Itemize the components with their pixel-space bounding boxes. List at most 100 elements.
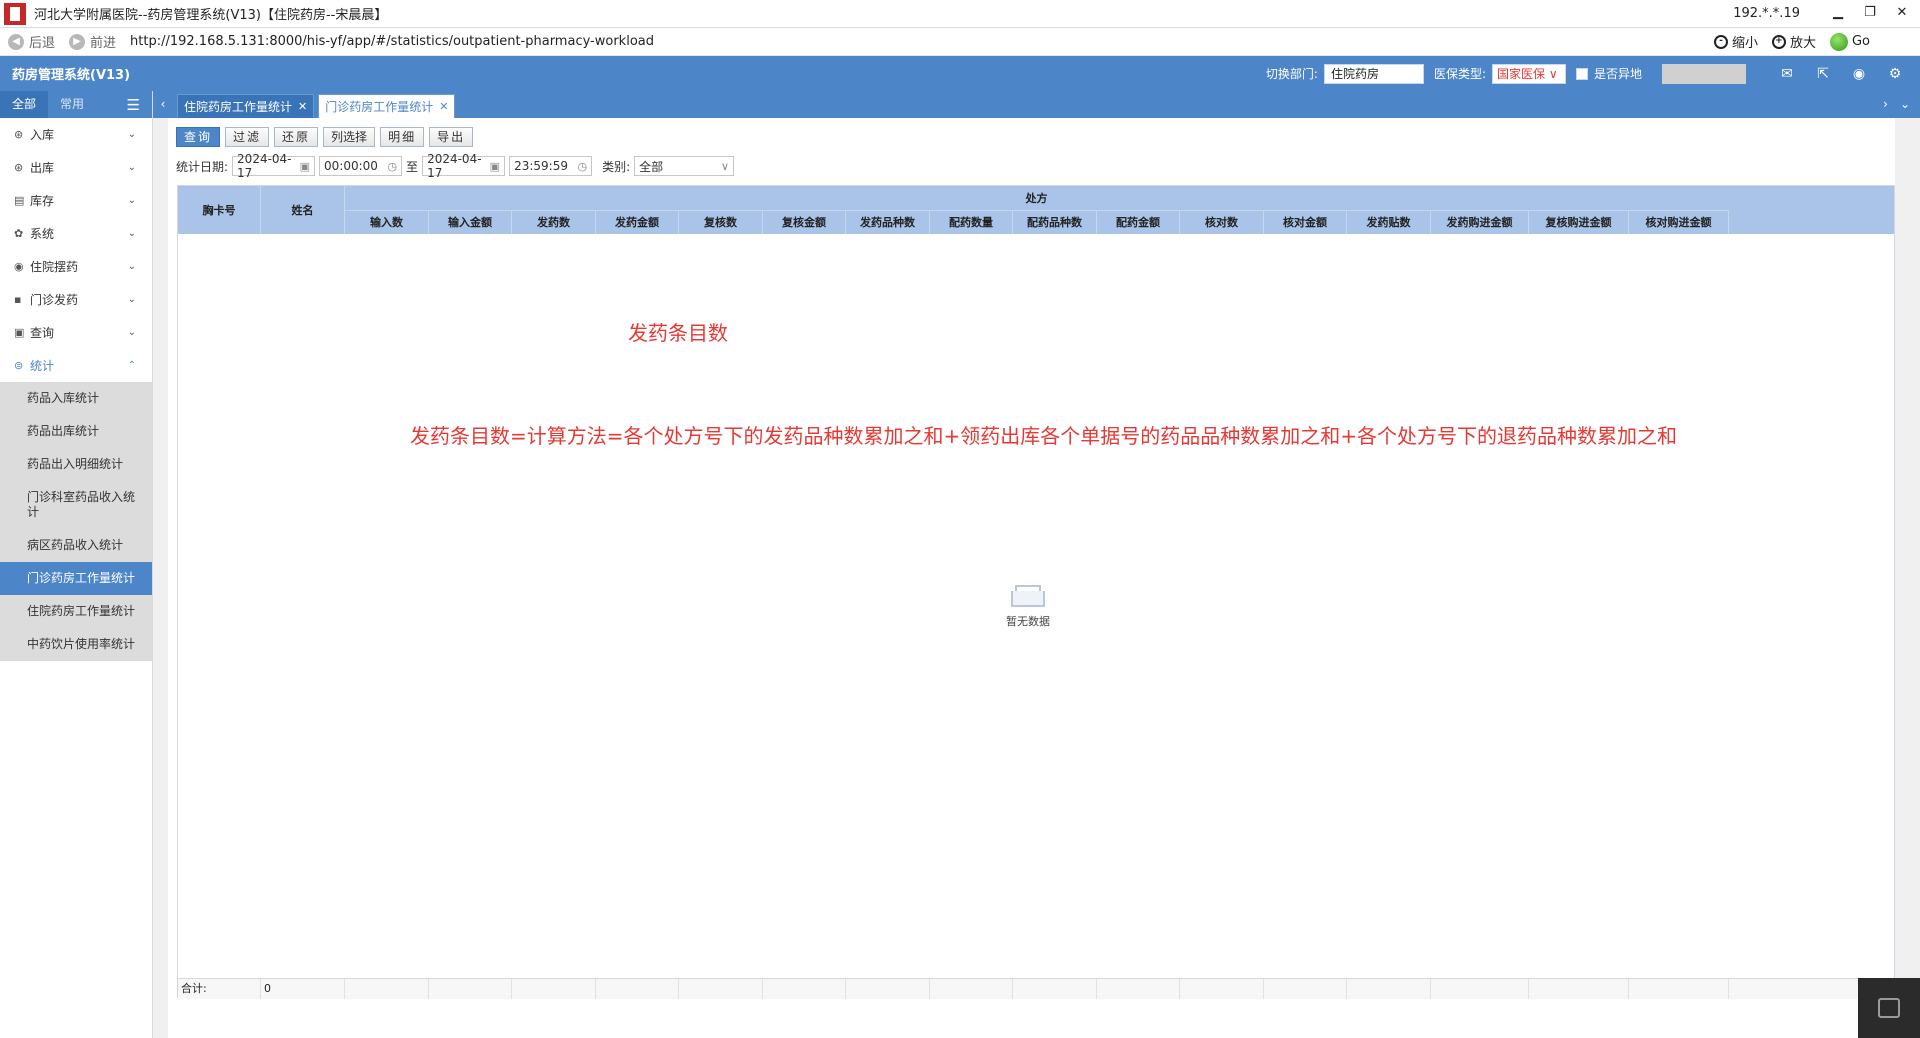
url-field[interactable]: http://192.168.5.131:8000/his-yf/app/#/s… xyxy=(130,34,654,49)
restore-filter-button[interactable]: 还原 xyxy=(274,127,319,147)
sidebar-item-stock[interactable]: ▤ 库存 ⌄ xyxy=(0,184,152,217)
footer-total-label: 合计: xyxy=(178,979,261,999)
filter-button[interactable]: 过滤 xyxy=(225,127,270,147)
dept-select[interactable]: 住院药房 xyxy=(1323,63,1424,84)
detail-button[interactable]: 明细 xyxy=(380,127,425,147)
end-time-input[interactable]: 23:59:59 ◷ xyxy=(509,156,593,176)
column-header-sub[interactable]: 配药品种数 xyxy=(1013,210,1097,234)
column-select-button[interactable]: 列选择 xyxy=(323,127,376,147)
submenu-item-drug-inout-detail-stats[interactable]: 药品出入明细统计 xyxy=(0,448,152,481)
query-button[interactable]: 查询 xyxy=(176,127,221,147)
end-date-input[interactable]: 2024-04-17 ▣ xyxy=(422,152,506,180)
sidebar-tab-all[interactable]: 全部 xyxy=(0,91,49,118)
column-header-sub[interactable]: 发药贴数 xyxy=(1347,210,1431,234)
category-select[interactable]: 全部 ∨ xyxy=(634,156,735,176)
sidebar-item-query[interactable]: ▣ 查询 ⌄ xyxy=(0,316,152,349)
column-header-sub[interactable]: 配药金额 xyxy=(1097,210,1180,234)
column-header-sub[interactable]: 配药数量 xyxy=(930,210,1013,234)
go-icon xyxy=(1829,32,1848,51)
sidebar-tab-common[interactable]: 常用 xyxy=(48,91,96,118)
column-header-sub[interactable]: 核对金额 xyxy=(1264,210,1347,234)
column-header-sub[interactable]: 输入数 xyxy=(345,210,429,234)
sidebar-item-outbound[interactable]: ⊛ 出库 ⌄ xyxy=(0,151,152,184)
insurance-select[interactable]: 国家医保 ∨ xyxy=(1491,63,1566,84)
start-date-input[interactable]: 2024-04-17 ▣ xyxy=(232,152,316,180)
tab-menu-chevron-icon[interactable]: ⌄ xyxy=(1900,91,1910,118)
column-header-card[interactable]: 胸卡号 xyxy=(178,186,261,234)
submenu-item-outpatient-dept-income-stats[interactable]: 门诊科室药品收入统计 xyxy=(0,481,152,529)
sidebar-item-outpatient-dispensing[interactable]: ▪ 门诊发药 ⌄ xyxy=(0,283,152,316)
footer-cell xyxy=(1013,979,1097,999)
outbound-icon: ⊛ xyxy=(14,161,24,174)
footer-cell xyxy=(1431,979,1529,999)
submenu-item-inpatient-workload-stats[interactable]: 住院药房工作量统计 xyxy=(0,595,152,628)
user-info-box[interactable] xyxy=(1662,63,1746,84)
remote-checkbox[interactable] xyxy=(1575,67,1588,80)
column-header-sub[interactable]: 复核购进金额 xyxy=(1529,210,1629,234)
outpatient-icon: ▪ xyxy=(14,293,22,306)
column-header-sub[interactable]: 输入金额 xyxy=(429,210,512,234)
tab-scroll-left-icon[interactable]: ‹ xyxy=(153,91,173,118)
sidebar-item-statistics[interactable]: ⊜ 统计 ⌃ xyxy=(0,349,152,382)
column-header-sub[interactable]: 核对数 xyxy=(1180,210,1264,234)
sidebar-item-label: 门诊发药 xyxy=(30,293,79,307)
column-header-sub[interactable]: 发药购进金额 xyxy=(1431,210,1529,234)
sidebar-item-label: 入库 xyxy=(30,128,55,142)
column-header-sub[interactable]: 发药金额 xyxy=(596,210,679,234)
statistics-icon: ⊜ xyxy=(14,359,24,372)
zoom-in-label: 放大 xyxy=(1789,36,1816,51)
header-controls: 切换部门: 住院药房 医保类型: 国家医保 ∨ 是否异地 ✉ ⇱ ◉ ⚙ xyxy=(1266,56,1910,91)
back-button[interactable]: ◀ 后退 xyxy=(8,32,55,51)
system-title: 药房管理系统(V13) xyxy=(12,68,131,83)
close-icon[interactable]: ✕ xyxy=(298,100,307,113)
sidebar-item-system[interactable]: ✿ 系统 ⌄ xyxy=(0,217,152,250)
empty-text: 暂无数据 xyxy=(1006,615,1050,628)
export-icon[interactable]: ⇱ xyxy=(1808,66,1838,82)
zoom-in-button[interactable]: + 放大 xyxy=(1771,32,1816,51)
footer-total-value: 0 xyxy=(261,979,345,999)
start-time-input[interactable]: 00:00:00 ◷ xyxy=(319,156,403,176)
submenu-item-drug-inbound-stats[interactable]: 药品入库统计 xyxy=(0,382,152,415)
column-header-sub[interactable]: 发药品种数 xyxy=(846,210,930,234)
footer-cell xyxy=(1097,979,1180,999)
tab-inpatient-workload[interactable]: 住院药房工作量统计 ✕ xyxy=(177,94,315,118)
sidebar-item-inbound[interactable]: ⊛ 入库 ⌄ xyxy=(0,118,152,151)
message-icon[interactable]: ✉ xyxy=(1772,66,1802,82)
to-label: 至 xyxy=(406,159,419,174)
go-label: Go xyxy=(1851,34,1870,49)
remote-label: 是否异地 xyxy=(1593,67,1642,81)
submenu-item-ward-income-stats[interactable]: 病区药品收入统计 xyxy=(0,529,152,562)
server-ip: 192.*.*.19 xyxy=(1733,6,1800,21)
tab-scroll-right-icon[interactable]: › xyxy=(1883,91,1888,118)
floating-widget[interactable] xyxy=(1858,978,1920,1038)
chat-icon xyxy=(1878,998,1900,1018)
close-icon[interactable]: ✕ xyxy=(439,100,448,113)
forward-label: 前进 xyxy=(90,36,117,51)
forward-button[interactable]: ▶ 前进 xyxy=(69,32,116,51)
column-header-name[interactable]: 姓名 xyxy=(261,186,345,234)
footer-cell xyxy=(512,979,596,999)
close-button[interactable]: ✕ xyxy=(1888,2,1916,24)
annotation-label: 发药条目数 xyxy=(628,321,728,345)
footer-cell xyxy=(930,979,1013,999)
eye-icon[interactable]: ◉ xyxy=(1844,66,1874,82)
restore-button[interactable]: ❐ xyxy=(1856,2,1884,24)
back-label: 后退 xyxy=(29,36,56,51)
column-header-sub[interactable]: 发药数 xyxy=(512,210,596,234)
sidebar-item-inpatient-dispensing[interactable]: ◉ 住院摆药 ⌄ xyxy=(0,250,152,283)
tab-outpatient-workload[interactable]: 门诊药房工作量统计 ✕ xyxy=(318,94,456,118)
menu-toggle-icon[interactable]: ☰ xyxy=(127,96,140,114)
column-header-sub[interactable]: 复核金额 xyxy=(763,210,846,234)
column-header-sub[interactable]: 复核数 xyxy=(679,210,763,234)
column-header-sub[interactable]: 核对购进金额 xyxy=(1629,210,1729,234)
submenu-item-herbal-usage-stats[interactable]: 中药饮片使用率统计 xyxy=(0,628,152,661)
submenu-item-drug-outbound-stats[interactable]: 药品出库统计 xyxy=(0,415,152,448)
minimize-button[interactable]: ▁ xyxy=(1824,2,1852,24)
export-button[interactable]: 导出 xyxy=(429,127,474,147)
zoom-out-button[interactable]: - 缩小 xyxy=(1713,32,1758,51)
submenu-item-outpatient-workload-stats[interactable]: 门诊药房工作量统计 xyxy=(0,562,152,595)
go-button[interactable]: Go xyxy=(1829,32,1870,51)
statistics-submenu: 药品入库统计 药品出库统计 药品出入明细统计 门诊科室药品收入统计 病区药品收入… xyxy=(0,382,152,661)
grid-header: 胸卡号 姓名 处方 输入数 输入金额 发药数 发药金额 复核数 复核金额 发药品种数 配药数量… xyxy=(178,186,1894,234)
settings-icon[interactable]: ⚙ xyxy=(1880,66,1910,82)
